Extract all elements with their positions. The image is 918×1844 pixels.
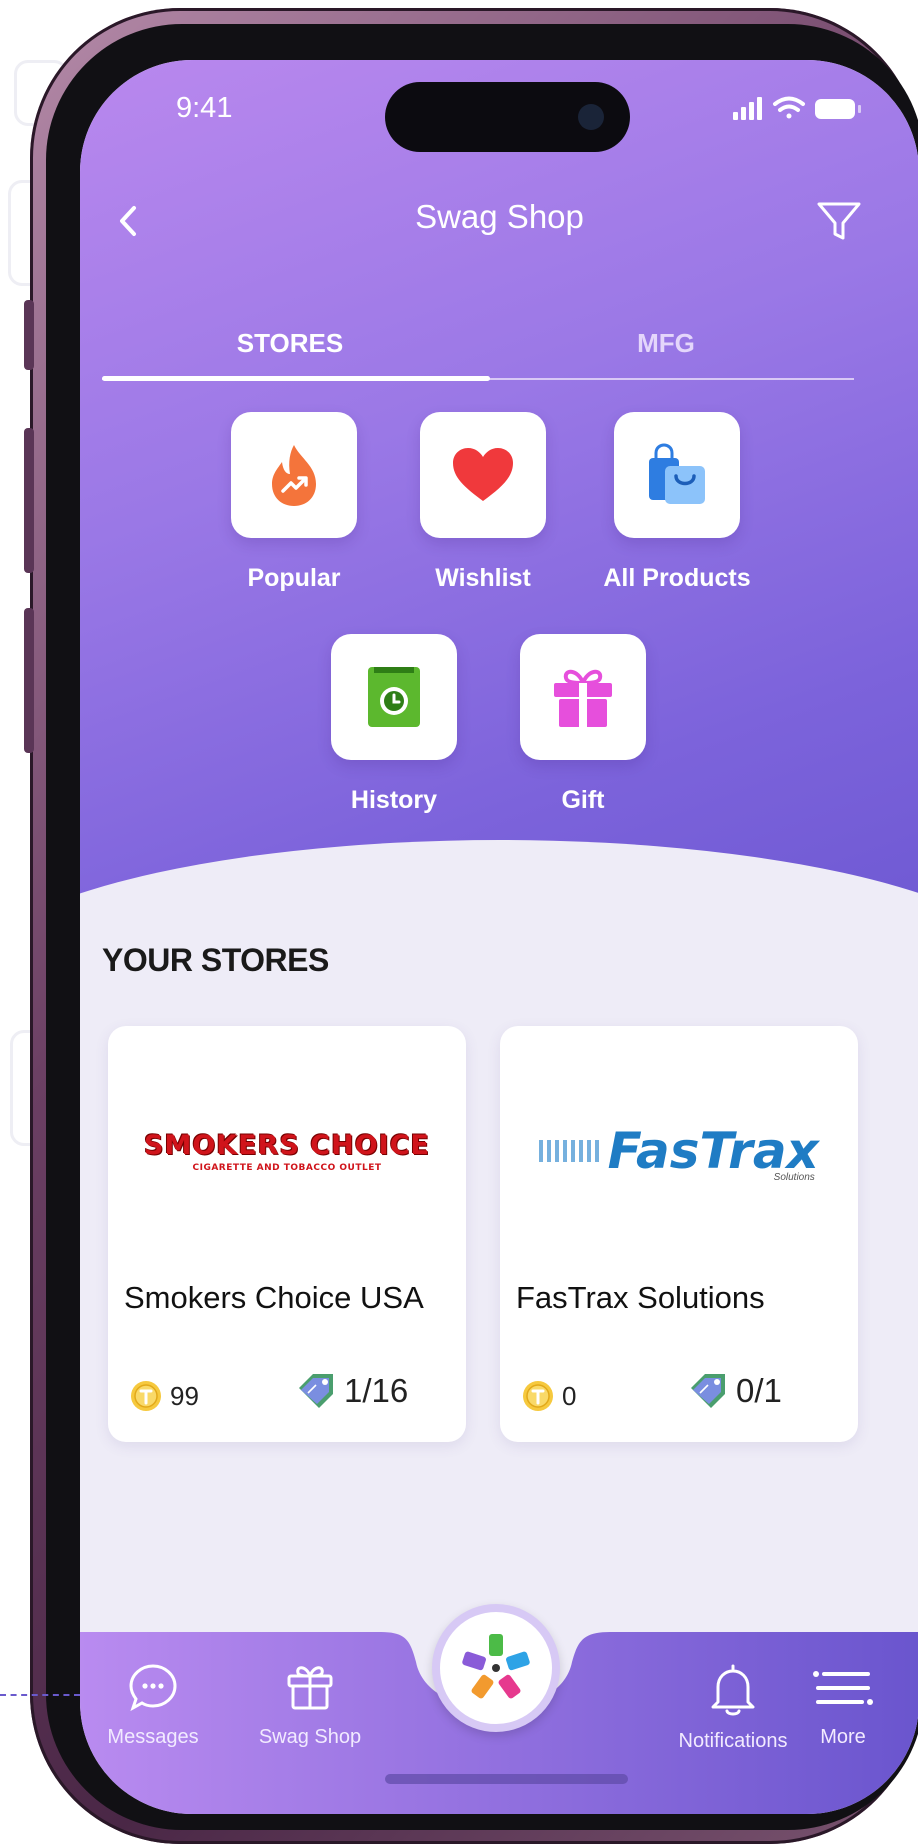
nav-label: Swag Shop <box>258 1726 362 1748</box>
nav-label: Messages <box>107 1726 199 1748</box>
price-tag-icon <box>691 1374 725 1408</box>
tab-active-indicator <box>102 376 490 381</box>
gift-icon <box>287 1666 333 1710</box>
logo-subtitle: Solutions <box>773 1172 815 1183</box>
tag-count: 1/16 <box>344 1372 409 1409</box>
heart-icon <box>453 448 513 501</box>
shopping-bags-icon <box>649 443 705 504</box>
store-logo: SMOKERS CHOICE CIGARETTE AND TOBACCO OUT… <box>108 1086 466 1216</box>
filter-button[interactable] <box>810 192 868 250</box>
menu-icon <box>813 1671 873 1705</box>
nav-more[interactable]: More <box>768 1662 918 1749</box>
bottom-navigation: Messages Swag Shop Notifications More <box>80 1604 918 1814</box>
nav-messages[interactable]: Messages <box>80 1662 228 1749</box>
tag-progress: 1/16 <box>296 1372 408 1410</box>
coin-count: 0 <box>562 1380 577 1411</box>
price-tag-icon <box>299 1374 333 1408</box>
chat-bubble-icon <box>129 1664 177 1712</box>
shortcut-wishlist[interactable]: Wishlist <box>393 412 573 593</box>
section-title: YOUR STORES <box>102 942 329 978</box>
page-title: Swag Shop <box>415 198 584 235</box>
status-icons <box>733 96 861 120</box>
history-tile[interactable] <box>331 634 457 760</box>
shortcut-all-products[interactable]: All Products <box>587 412 767 593</box>
wishlist-tile[interactable] <box>420 412 546 538</box>
store-card-fastrax[interactable]: FasTrax Solutions FasTrax Solutions 0 0/… <box>500 1026 858 1442</box>
store-card-smokers-choice[interactable]: SMOKERS CHOICE CIGARETTE AND TOBACCO OUT… <box>108 1026 466 1442</box>
camera-icon <box>578 104 604 130</box>
fastrax-logo: FasTrax Solutions <box>539 1122 819 1183</box>
tag-progress: 0/1 <box>688 1372 782 1410</box>
shortcut-popular[interactable]: Popular <box>204 412 384 593</box>
logo-subtitle: CIGARETTE AND TOBACCO OUTLET <box>192 1162 382 1173</box>
coin-balance: 0 <box>522 1380 576 1412</box>
all-products-tile[interactable] <box>614 412 740 538</box>
dynamic-island <box>385 82 630 152</box>
battery-icon <box>815 99 861 119</box>
app-screen: 9:41 Swag Shop STORES MFG Popular Wishli… <box>80 60 918 1814</box>
background-dashed-line <box>0 1694 80 1696</box>
shortcut-label: Gift <box>561 786 605 814</box>
logo-speed-lines <box>539 1140 600 1162</box>
coin-icon <box>131 1381 161 1411</box>
shortcut-label: Wishlist <box>435 564 531 592</box>
tags-logo-icon <box>462 1634 530 1699</box>
bell-icon <box>711 1664 755 1716</box>
wifi-icon <box>773 96 805 119</box>
nav-label: More <box>820 1726 866 1748</box>
filter-icon <box>817 202 861 240</box>
volume-down-button <box>24 608 34 753</box>
shortcut-gift[interactable]: Gift <box>493 634 673 815</box>
gift-tile[interactable] <box>520 634 646 760</box>
logo-title: SMOKERS CHOICE <box>144 1129 430 1161</box>
signal-icon <box>733 97 762 120</box>
volume-up-button <box>24 428 34 573</box>
shortcut-label: History <box>350 786 438 814</box>
store-tabs: STORES MFG <box>102 310 854 390</box>
store-logo: FasTrax Solutions <box>500 1086 858 1216</box>
fire-trending-icon <box>272 445 316 506</box>
mute-switch <box>24 300 34 370</box>
home-indicator[interactable] <box>385 1774 628 1784</box>
coin-icon <box>523 1381 553 1411</box>
smokers-choice-logo: SMOKERS CHOICE CIGARETTE AND TOBACCO OUT… <box>144 1130 430 1173</box>
center-action-button[interactable] <box>432 1604 560 1732</box>
shortcut-label: All Products <box>603 564 751 592</box>
shortcut-history[interactable]: History <box>304 634 484 815</box>
tag-count: 0/1 <box>736 1372 782 1409</box>
status-time: 9:41 <box>176 92 233 124</box>
shortcut-label: Popular <box>247 564 341 592</box>
coin-balance: 99 <box>130 1380 199 1412</box>
coin-count: 99 <box>170 1380 199 1411</box>
status-bar: 9:41 <box>80 60 918 152</box>
popular-tile[interactable] <box>231 412 357 538</box>
store-name: Smokers Choice USA <box>124 1280 424 1315</box>
gift-icon <box>554 669 612 727</box>
nav-swag-shop[interactable]: Swag Shop <box>235 1662 385 1749</box>
store-name: FasTrax Solutions <box>516 1280 765 1315</box>
history-book-icon <box>368 667 420 727</box>
